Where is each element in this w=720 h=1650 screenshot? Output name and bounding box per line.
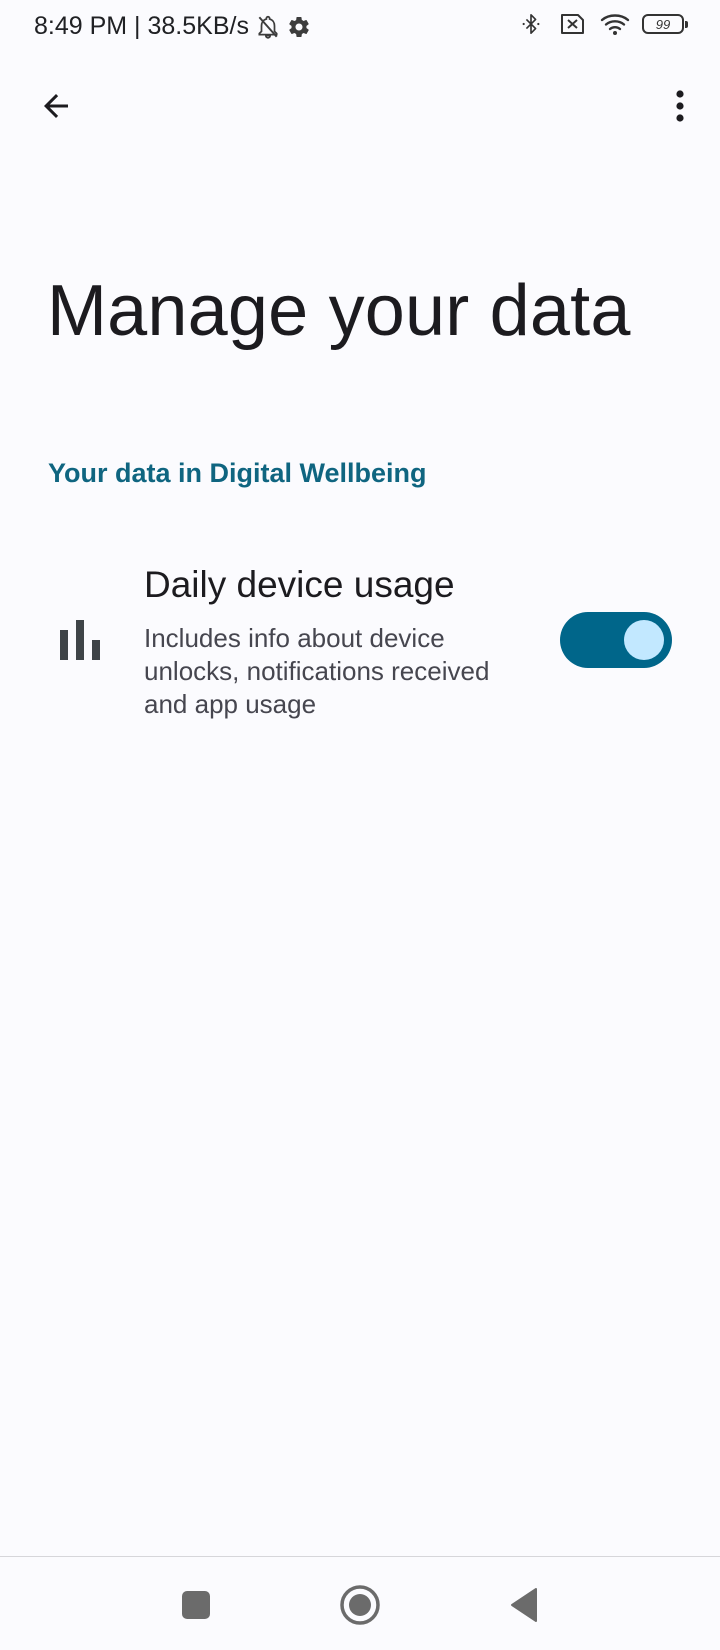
page-title: Manage your data bbox=[47, 271, 631, 351]
notifications-off-icon bbox=[255, 14, 281, 40]
setting-title: Daily device usage bbox=[144, 564, 455, 605]
wifi-icon bbox=[600, 12, 630, 36]
arrow-back-icon bbox=[44, 94, 68, 118]
status-right: 99 bbox=[506, 11, 688, 37]
status-left: 8:49 PM | 38.5KB/s bbox=[34, 12, 311, 41]
top-app-bar bbox=[0, 70, 720, 140]
home-circle-icon bbox=[340, 1585, 380, 1625]
recents-square-icon bbox=[182, 1591, 210, 1619]
back-triangle-icon bbox=[511, 1588, 537, 1622]
system-navigation-bar bbox=[0, 1556, 720, 1650]
back-button[interactable] bbox=[24, 80, 88, 132]
recents-button[interactable] bbox=[168, 1577, 224, 1633]
more-options-button[interactable] bbox=[654, 80, 706, 132]
screen: 8:49 PM | 38.5KB/s 99 Manage your data Y… bbox=[0, 0, 720, 1650]
daily-device-usage-setting[interactable]: Daily device usage Includes info about d… bbox=[0, 548, 720, 728]
settings-gear-icon bbox=[287, 15, 311, 39]
status-time-speed: 8:49 PM | 38.5KB/s bbox=[34, 12, 249, 40]
bluetooth-icon bbox=[520, 11, 542, 37]
status-bar: 8:49 PM | 38.5KB/s 99 bbox=[0, 0, 720, 54]
sim-off-icon bbox=[556, 12, 586, 36]
battery-level: 99 bbox=[655, 16, 671, 32]
toggle-thumb bbox=[624, 620, 664, 660]
bar-chart-icon bbox=[60, 620, 100, 660]
more-vert-icon bbox=[676, 90, 684, 122]
daily-usage-toggle[interactable] bbox=[560, 612, 672, 668]
battery-indicator: 99 bbox=[642, 14, 688, 34]
home-button[interactable] bbox=[332, 1577, 388, 1633]
section-header: Your data in Digital Wellbeing bbox=[48, 458, 427, 488]
nav-back-button[interactable] bbox=[496, 1577, 552, 1633]
setting-description: Includes info about device unlocks, noti… bbox=[144, 623, 490, 719]
